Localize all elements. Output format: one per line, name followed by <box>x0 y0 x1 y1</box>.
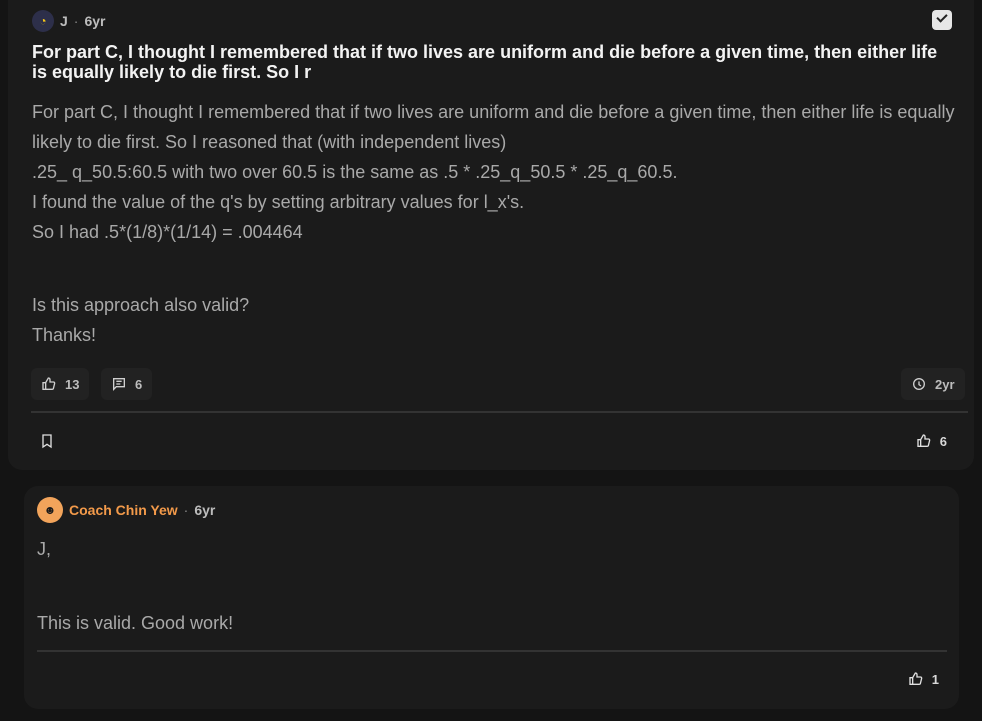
comment-count: 6 <box>135 376 143 392</box>
thumbs-up-icon <box>42 377 56 390</box>
body-line: I found the value of the q's by setting … <box>32 192 525 212</box>
history-icon <box>913 378 925 390</box>
pacman-icon: ◔ <box>32 10 54 32</box>
reply-header: ☻ Coach Chin Yew · 6yr <box>37 497 215 523</box>
divider <box>31 411 968 413</box>
reply-card: ☻ Coach Chin Yew · 6yr J, This is valid.… <box>24 486 959 709</box>
chat-icon[interactable] <box>932 10 952 30</box>
thumbs-up-icon <box>917 434 931 447</box>
post-header: ◔ J · 6yr <box>32 10 106 32</box>
bookmark-icon[interactable] <box>39 433 55 449</box>
reply-age: 6yr <box>194 502 216 518</box>
reply-body: J, This is valid. Good work! <box>37 534 937 638</box>
question-line: Thanks! <box>32 325 97 345</box>
post-author[interactable]: J <box>60 13 68 29</box>
history-age: 2yr <box>935 376 955 392</box>
bottom-like-count: 6 <box>939 433 947 449</box>
like-count: 13 <box>65 376 80 392</box>
reply-line: J, <box>37 539 52 559</box>
comments-button[interactable]: 6 <box>101 368 153 400</box>
body-line: .25_ q_50.5:60.5 with two over 60.5 is t… <box>32 162 678 182</box>
reply-line: This is valid. Good work! <box>37 613 234 633</box>
bottom-like-button[interactable]: 6 <box>916 433 947 449</box>
post-age: 6yr <box>84 13 106 29</box>
divider <box>37 650 947 652</box>
post-title: For part C, I thought I remembered that … <box>32 42 938 82</box>
question-line: Is this approach also valid? <box>32 295 250 315</box>
post-body: For part C, I thought I remembered that … <box>32 97 967 350</box>
history-button[interactable]: 2yr <box>901 368 965 400</box>
body-line: So I had .5*(1/8)*(1/14) = .004464 <box>32 222 303 242</box>
avatar: ☻ <box>37 497 63 523</box>
post-card: ◔ J · 6yr For part C, I thought I rememb… <box>8 0 974 470</box>
reply-like-count: 1 <box>931 671 939 687</box>
reply-author[interactable]: Coach Chin Yew <box>69 502 178 518</box>
like-button[interactable]: 13 <box>31 368 90 400</box>
separator-dot: · <box>183 502 189 518</box>
reply-like-button[interactable]: 1 <box>908 671 939 687</box>
body-line: For part C, I thought I remembered that … <box>32 102 955 152</box>
separator-dot: · <box>73 13 79 29</box>
comment-icon <box>113 378 125 391</box>
thumbs-up-icon <box>909 672 923 685</box>
